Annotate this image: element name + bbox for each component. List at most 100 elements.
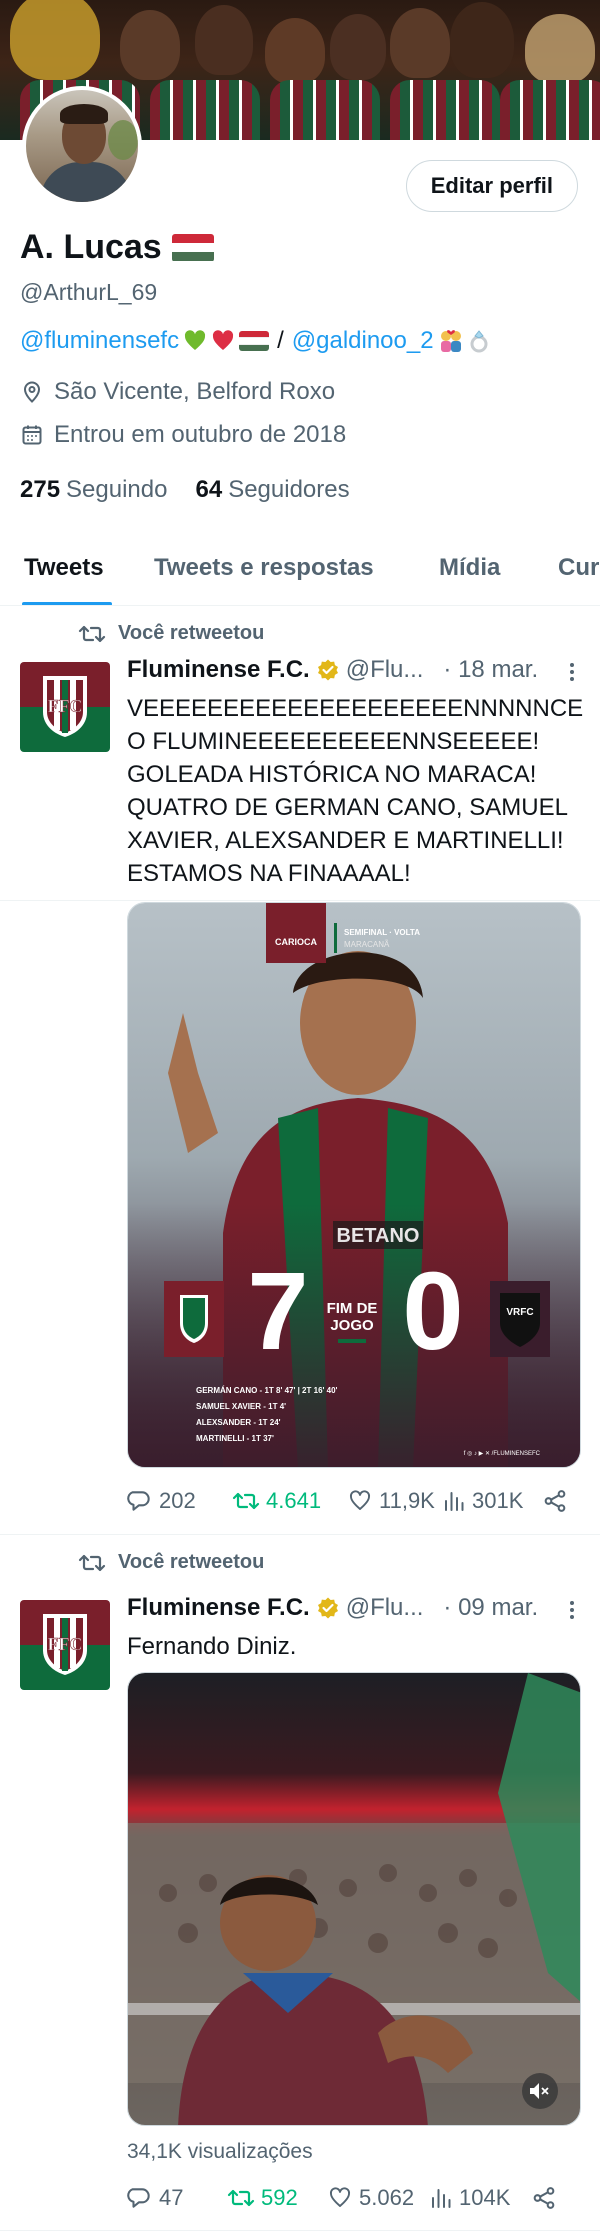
tweet-media-image[interactable]: BETANO CARIOCA SEMIFINAL · VOLTA MARACAN… [127,902,581,1468]
views-count: 104K [459,2185,511,2210]
reply-icon [127,2188,150,2208]
tweet-media-video[interactable] [127,1672,581,2126]
retweet-count: 592 [261,2185,298,2210]
views-button[interactable]: 301K [442,1488,542,1514]
share-icon [533,2187,555,2209]
video-views-label: 34,1K visualizações [127,2140,313,2163]
hungary-flag-icon [239,331,270,351]
match-result-graphic: BETANO CARIOCA SEMIFINAL · VOLTA MARACAN… [128,903,580,1467]
followers-link[interactable]: 64 Seguidores [195,476,349,504]
tweet-actions: 202 4.641 11,9K 301K [127,1488,581,1514]
like-count: 11,9K [379,1488,435,1513]
location-text: São Vicente, Belford Roxo [54,378,336,405]
tab-likes[interactable]: Cur [558,554,599,582]
profile-name: A. Lucas [20,228,214,267]
tweet-author-avatar[interactable]: FFC [20,1600,110,1690]
score-away: 0 [402,1250,463,1373]
edit-profile-button[interactable]: Editar perfil [405,160,578,212]
match-stage: SEMIFINAL · VOLTA [344,928,420,937]
red-heart-icon [212,330,234,350]
followers-label: Seguidores [228,476,350,503]
profile-handle: @ArthurL_69 [20,279,158,305]
tweet-actions: 47 592 5.062 104K [127,2185,581,2211]
retweet-button[interactable]: 592 [227,2185,327,2211]
like-button[interactable]: 11,9K [347,1488,442,1514]
calendar-icon [22,425,42,445]
fluminense-crest-icon: FFC [43,676,87,737]
avatar-background-plant [108,120,138,160]
banner-figure [450,2,514,78]
follow-stats: 275 Seguindo 64 Seguidores [20,476,350,504]
reply-button[interactable]: 47 [127,2185,227,2211]
tab-tweets-and-replies[interactable]: Tweets e respostas [154,554,374,582]
tweet-author-name[interactable]: Fluminense F.C. [127,1594,310,1622]
following-link[interactable]: 275 Seguindo [20,476,167,504]
banner-figure [265,18,325,84]
followers-count: 64 [195,476,223,503]
banner-figure [390,8,450,78]
following-label: Seguindo [66,476,168,503]
views-count: 301K [472,1488,524,1513]
thread-divider [0,900,600,901]
tweet-header: Fluminense F.C. @Flu... · 18 mar. [127,656,538,684]
banner-figure [120,10,180,80]
fluminense-crest-icon: FFC [43,1614,87,1675]
retweet-context: Você retweetou [78,1551,264,1574]
verified-icon [317,1597,338,1619]
active-tab-indicator [22,602,112,605]
retweet-icon [78,1554,106,1571]
share-button[interactable] [542,1488,568,1514]
tweet-author-handle[interactable]: @Flu... [346,1594,424,1622]
green-heart-icon [184,330,206,350]
tweet-author-handle[interactable]: @Flu... [346,656,424,684]
retweet-context: Você retweetou [78,622,264,645]
share-icon [544,1490,566,1512]
svg-text:FFC: FFC [48,1634,83,1654]
retweet-count: 4.641 [266,1488,322,1513]
views-icon [432,2189,451,2208]
profile-bio: @fluminensefc / @galdinoo_2 [20,327,490,355]
like-count: 5.062 [359,2185,415,2210]
couple-kiss-icon [440,330,461,352]
verified-icon [317,659,338,681]
hungary-flag-icon [171,233,214,262]
social-handle: f ◎ ♪ ▶ ✕ /FLUMINENSEFC [464,1451,541,1457]
tweet-divider [0,1534,600,1535]
like-icon [330,2187,350,2207]
avatar-body [40,162,132,202]
banner-shirt [270,80,380,140]
views-button[interactable]: 104K [429,2185,531,2211]
more-icon[interactable] [566,660,578,684]
tab-tweets[interactable]: Tweets [24,554,104,582]
more-icon[interactable] [566,1598,578,1622]
location-icon [23,381,41,403]
retweet-icon [227,2189,255,2207]
retweet-icon [78,625,106,642]
share-button[interactable] [531,2185,557,2211]
match-venue: MARACANÃ [344,940,390,949]
bio-mention-fluminense[interactable]: @fluminensefc [20,327,179,355]
retweet-button[interactable]: 4.641 [232,1488,347,1514]
profile-join-date: Entrou em outubro de 2018 [20,421,346,449]
tweet-date[interactable]: · 09 mar. [443,1594,538,1622]
tab-media[interactable]: Mídia [439,554,500,582]
tweet-author-name[interactable]: Fluminense F.C. [127,656,310,684]
ring-icon [470,330,488,353]
tweet-author-avatar[interactable]: FFC [20,662,110,752]
views-icon [445,1492,464,1511]
scorer-line-4: MARTINELLI - 1T 37' [196,1434,274,1443]
join-date-text: Entrou em outubro de 2018 [54,421,347,448]
tweet-header: Fluminense F.C. @Flu... · 09 mar. [127,1594,538,1622]
reply-icon [127,1491,150,1511]
banner-figure [195,5,253,75]
profile-avatar[interactable] [22,86,142,206]
bio-mention-galdinoo[interactable]: @galdinoo_2 [292,327,434,355]
match-status-line2: JOGO [330,1317,374,1334]
profile-name-text: A. Lucas [20,228,162,266]
retweet-context-label: Você retweetou [118,622,265,644]
reply-button[interactable]: 202 [127,1488,232,1514]
banner-shirt [150,80,260,140]
like-button[interactable]: 5.062 [327,2185,429,2211]
score-home: 7 [247,1250,308,1373]
tweet-date[interactable]: · 18 mar. [443,656,538,684]
